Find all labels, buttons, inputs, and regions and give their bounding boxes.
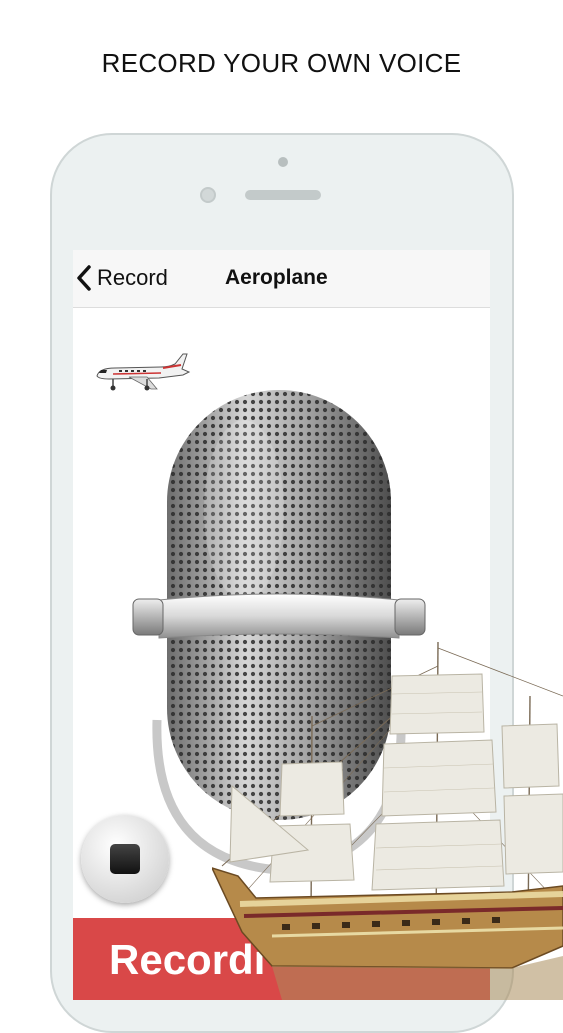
page-title: Aeroplane: [225, 266, 328, 289]
phone-earpiece: [245, 190, 321, 200]
phone-camera: [200, 187, 216, 203]
promo-headline: RECORD YOUR OWN VOICE: [101, 48, 462, 78]
phone-sensor: [278, 157, 288, 167]
sailing-ship-illustration: [212, 641, 563, 1000]
chevron-left-icon: [77, 265, 91, 291]
stop-button[interactable]: [81, 815, 169, 903]
back-button[interactable]: Record: [75, 262, 168, 294]
navigation-bar: Record Aeroplane: [73, 250, 490, 308]
back-button-label: Record: [97, 265, 168, 290]
stop-icon: [110, 844, 140, 874]
